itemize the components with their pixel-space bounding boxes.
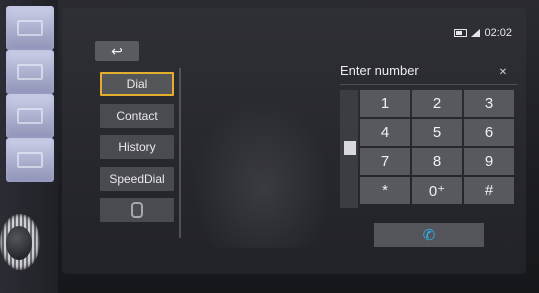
menu-item-label: Dial [126,77,148,91]
menu-item-speeddial[interactable]: SpeedDial [100,167,174,191]
key-hash[interactable]: # [464,177,514,204]
back-button[interactable]: ↩ [95,41,139,61]
key-5[interactable]: 5 [412,119,462,146]
key-6[interactable]: 6 [464,119,514,146]
menu-item-history[interactable]: History [100,135,174,159]
clear-button[interactable]: ✕ [492,66,514,78]
menu-item-label: History [118,140,156,154]
nav-divider [179,68,181,238]
key-9[interactable]: 9 [464,148,514,175]
back-arrow-icon: ↩ [111,42,123,59]
call-button[interactable]: ✆ [374,223,484,247]
menu-item-label: Contact [116,109,158,123]
key-1[interactable]: 1 [360,90,410,117]
key-2[interactable]: 2 [412,90,462,117]
key-8[interactable]: 8 [412,148,462,175]
hardware-button-2[interactable] [6,50,54,94]
screen-glare [192,98,332,248]
key-3[interactable]: 3 [464,90,514,117]
volume-knob-cap [6,226,32,260]
hardware-button-1[interactable] [6,6,54,50]
menu-item-dial[interactable]: Dial [100,72,174,96]
menu-item-contact[interactable]: Contact [100,104,174,128]
key-4[interactable]: 4 [360,119,410,146]
hardware-button-3[interactable] [6,94,54,138]
input-underline [340,84,518,85]
backspace-icon: ✕ [498,66,508,78]
hardware-button-icon [17,64,43,80]
touchscreen: 02:02 ↩ Dial Contact History SpeedDial E… [62,8,526,274]
clock-time: 02:02 [484,27,512,39]
hardware-button-icon [17,108,43,124]
bluetooth-icon [131,202,143,218]
signal-icon [471,29,481,37]
status-bar: 02:02 [454,26,512,40]
key-0[interactable]: 0⁺ [412,177,462,204]
phone-icon: ✆ [422,227,436,244]
battery-icon [454,29,468,37]
hardware-button-4[interactable] [6,138,54,182]
hardware-button-icon [17,20,43,36]
menu-item-label: SpeedDial [109,172,165,186]
key-star[interactable]: * [360,177,410,204]
hardware-button-icon [17,152,43,168]
key-7[interactable]: 7 [360,148,410,175]
menu-item-bluetooth[interactable] [100,198,174,222]
number-entry-field[interactable]: Enter number [340,63,419,78]
input-cursor [344,141,356,155]
